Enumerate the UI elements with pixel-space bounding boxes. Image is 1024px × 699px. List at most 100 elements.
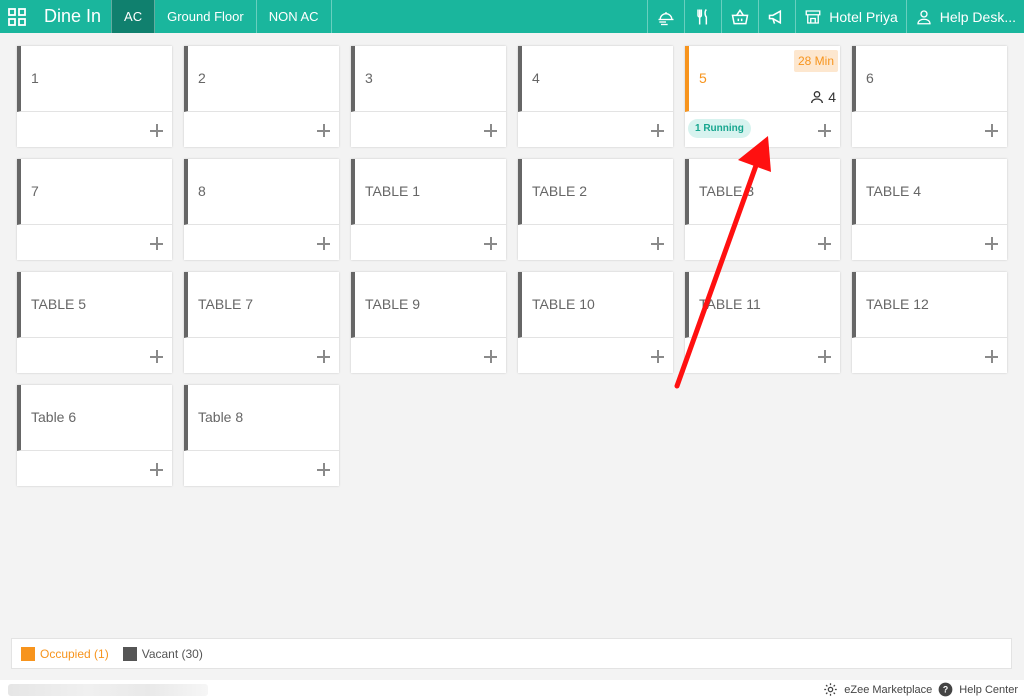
add-order-icon[interactable] (985, 237, 998, 250)
table-name: Table 6 (31, 409, 77, 425)
add-order-icon[interactable] (818, 350, 831, 363)
table-name: 7 (31, 183, 39, 199)
tab-ground-floor[interactable]: Ground Floor (155, 0, 257, 33)
gear-icon (824, 683, 837, 696)
table-name: 6 (866, 70, 874, 86)
table-name: TABLE 9 (365, 296, 420, 312)
hotel-button[interactable]: Hotel Priya (795, 0, 905, 33)
table-name: TABLE 2 (532, 183, 587, 199)
table-card-table-5[interactable]: TABLE 5 (17, 272, 172, 373)
table-card-table-4[interactable]: TABLE 4 (852, 159, 1007, 260)
marketplace-link[interactable]: eZee Marketplace (823, 682, 932, 697)
table-name: TABLE 3 (699, 183, 754, 199)
table-name: 1 (31, 70, 39, 86)
help-desk-button[interactable]: Help Desk... (905, 0, 1024, 33)
add-order-icon[interactable] (484, 237, 497, 250)
add-order-icon[interactable] (484, 350, 497, 363)
megaphone-icon (769, 9, 782, 24)
add-order-icon[interactable] (985, 350, 998, 363)
tab-non-ac[interactable]: NON AC (257, 0, 332, 33)
table-name: TABLE 7 (198, 296, 253, 312)
table-name: TABLE 11 (699, 296, 761, 312)
person-icon (811, 91, 824, 104)
dine-in-button[interactable] (684, 0, 721, 33)
fork-knife-icon (697, 8, 708, 24)
occupied-timer-badge: 28 Min (793, 50, 838, 72)
table-name: 3 (365, 70, 373, 86)
table-name: TABLE 5 (31, 296, 86, 312)
table-card-table-7[interactable]: TABLE 7 (184, 272, 339, 373)
legend-occupied-label: Occupied (1) (40, 646, 109, 661)
table-card-table-6[interactable]: Table 6 (17, 385, 172, 486)
help-center-label: Help Center (959, 683, 1018, 696)
add-order-icon[interactable] (651, 350, 664, 363)
table-card-table-1[interactable]: TABLE 1 (351, 159, 506, 260)
table-name: TABLE 12 (866, 296, 929, 312)
svg-text:?: ? (943, 685, 948, 695)
table-name: Table 8 (198, 409, 244, 425)
table-name: TABLE 1 (365, 183, 420, 199)
table-card-5[interactable]: 5 28 Min 4 1 Running (685, 46, 840, 147)
delivery-button[interactable] (647, 0, 684, 33)
page-title: Dine In (44, 6, 102, 26)
add-order-icon[interactable] (484, 124, 497, 137)
table-name: 5 (699, 70, 707, 86)
table-name: 2 (198, 70, 206, 86)
legend-vacant-label: Vacant (30) (141, 646, 203, 661)
add-order-icon[interactable] (317, 463, 330, 476)
table-name: 8 (198, 183, 206, 199)
table-card-table-12[interactable]: TABLE 12 (852, 272, 1007, 373)
occupied-swatch (21, 646, 35, 661)
basket-icon (731, 8, 749, 24)
legend-vacant[interactable]: Vacant (30) (122, 646, 203, 661)
table-name: TABLE 4 (866, 183, 921, 199)
vacant-swatch (122, 646, 137, 661)
table-name: 4 (532, 70, 540, 86)
help-desk-label: Help Desk... (939, 8, 1016, 25)
footer-bar: eZee Marketplace ? Help Center (0, 680, 1024, 699)
table-card-8[interactable]: 8 (184, 159, 339, 260)
add-order-icon[interactable] (651, 237, 664, 250)
table-card-1[interactable]: 1 (17, 46, 172, 147)
table-card-4[interactable]: 4 (518, 46, 673, 147)
table-card-3[interactable]: 3 (351, 46, 506, 147)
add-order-icon[interactable] (818, 124, 831, 137)
grid-icon (8, 7, 26, 26)
store-icon (805, 9, 821, 24)
add-order-icon[interactable] (317, 237, 330, 250)
help-icon: ? (938, 682, 953, 697)
table-card-table-10[interactable]: TABLE 10 (518, 272, 673, 373)
add-order-icon[interactable] (150, 350, 163, 363)
table-card-table-8[interactable]: Table 8 (184, 385, 339, 486)
table-card-table-2[interactable]: TABLE 2 (518, 159, 673, 260)
table-card-table-9[interactable]: TABLE 9 (351, 272, 506, 373)
add-order-icon[interactable] (818, 237, 831, 250)
guest-count: 4 (809, 89, 836, 105)
tab-ac[interactable]: AC (111, 0, 156, 33)
legend-occupied[interactable]: Occupied (1) (21, 646, 109, 661)
add-order-icon[interactable] (317, 350, 330, 363)
add-order-icon[interactable] (985, 124, 998, 137)
delivery-icon (658, 11, 674, 25)
table-card-table-11[interactable]: TABLE 11 (685, 272, 840, 373)
blurred-footer-text (8, 684, 208, 696)
help-center-link[interactable]: ? Help Center (938, 682, 1018, 697)
add-order-icon[interactable] (317, 124, 330, 137)
top-bar: Dine In AC Ground Floor NON AC Hotel Pri… (0, 0, 1024, 33)
running-orders-badge[interactable]: 1 Running (688, 119, 751, 138)
table-card-table-3[interactable]: TABLE 3 (685, 159, 840, 260)
table-name: TABLE 10 (532, 296, 595, 312)
table-card-6[interactable]: 6 (852, 46, 1007, 147)
basket-button[interactable] (721, 0, 758, 33)
add-order-icon[interactable] (150, 237, 163, 250)
grid-menu-button[interactable] (0, 0, 34, 33)
guest-count-value: 4 (828, 89, 836, 105)
add-order-icon[interactable] (651, 124, 664, 137)
user-icon (917, 9, 931, 24)
table-card-7[interactable]: 7 (17, 159, 172, 260)
marketplace-label: eZee Marketplace (844, 683, 933, 696)
table-card-2[interactable]: 2 (184, 46, 339, 147)
add-order-icon[interactable] (150, 463, 163, 476)
add-order-icon[interactable] (150, 124, 163, 137)
announcement-button[interactable] (758, 0, 795, 33)
